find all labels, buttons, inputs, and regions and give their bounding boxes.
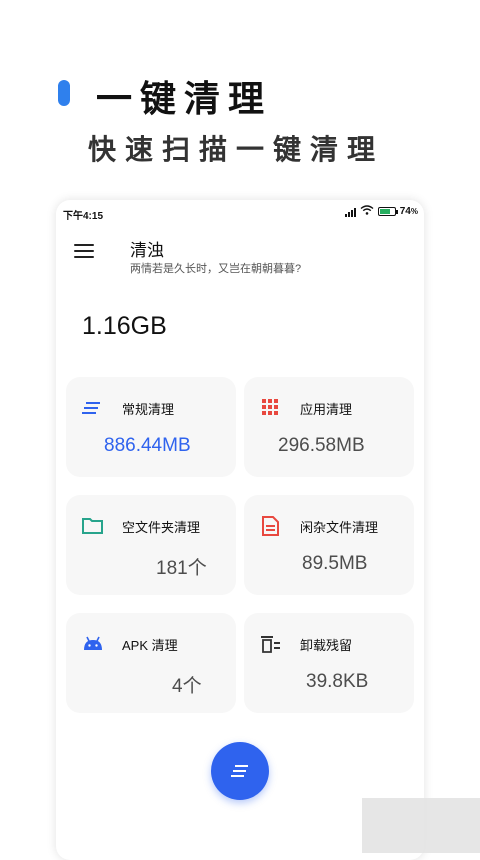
card-label: 应用清理 (300, 402, 353, 417)
app-title: 清浊 (130, 241, 164, 260)
app-bar: 清浊 两情若是久长时，又岂在朝朝暮暮? (56, 224, 424, 280)
card-misc-file-clean[interactable]: 闲杂文件清理 89.5MB (244, 495, 414, 595)
card-regular-clean[interactable]: 常规清理 886.44MB (66, 377, 236, 477)
signal-icon (344, 207, 356, 217)
card-label: 卸载残留 (300, 638, 353, 653)
app-subtitle: 两情若是久长时，又岂在朝朝暮暮? (130, 263, 302, 275)
card-label: 常规清理 (122, 402, 175, 417)
grid-icon (260, 398, 282, 418)
battery-icon (377, 207, 398, 216)
card-app-clean[interactable]: 应用清理 296.58MB (244, 377, 414, 477)
document-icon (260, 516, 282, 536)
promo-subtitle: 快速扫描一键清理 (88, 133, 385, 166)
status-time: 下午4:15 (63, 211, 104, 222)
status-icons: 74% (344, 205, 418, 218)
card-value: 181个 (156, 558, 207, 579)
card-apk-clean[interactable]: APK 清理 4个 (66, 613, 236, 713)
promo-title: 一键清理 (96, 78, 273, 120)
clean-lines-icon (231, 765, 248, 777)
card-empty-folder-clean[interactable]: 空文件夹清理 181个 (66, 495, 236, 595)
corner-watermark (362, 798, 480, 853)
folder-icon (82, 516, 104, 536)
clean-fab-button[interactable] (211, 742, 269, 800)
total-size: 1.16GB (82, 312, 167, 340)
card-value: 39.8KB (306, 671, 369, 692)
card-value: 886.44MB (104, 435, 191, 456)
menu-icon[interactable] (74, 244, 94, 260)
wifi-icon (360, 205, 374, 218)
promo-accent-bar (58, 80, 70, 106)
android-icon (82, 634, 104, 654)
status-bar: 下午4:15 74% (56, 200, 424, 224)
battery-percent: 74% (399, 206, 418, 217)
card-label: 闲杂文件清理 (300, 520, 379, 535)
card-value: 4个 (172, 676, 202, 697)
lines-icon (82, 398, 104, 418)
card-value: 89.5MB (302, 553, 368, 574)
phone-screen: 下午4:15 74% 清浊 两情若是久长时，又岂在朝朝暮暮? 1.16GB 常规… (56, 200, 424, 860)
card-value: 296.58MB (278, 435, 365, 456)
card-label: APK 清理 (122, 638, 178, 653)
card-uninstall-residue[interactable]: 卸载残留 39.8KB (244, 613, 414, 713)
card-label: 空文件夹清理 (122, 520, 201, 535)
uninstall-icon (260, 634, 282, 654)
